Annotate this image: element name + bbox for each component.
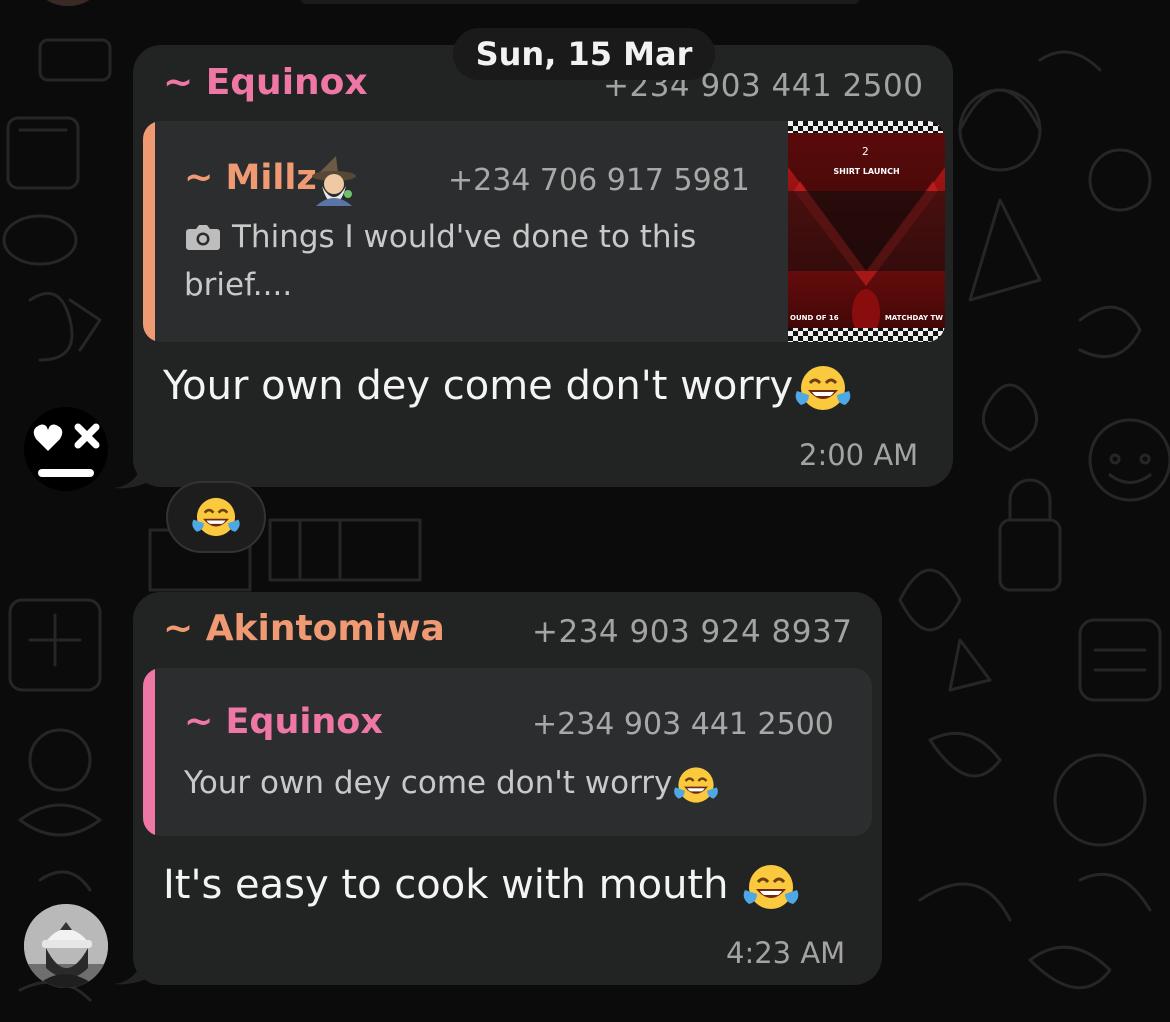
laughing-tears-emoji bbox=[192, 497, 240, 537]
previous-message-bubble[interactable] bbox=[300, 0, 860, 4]
sender-avatar-equinox[interactable] bbox=[24, 407, 108, 491]
message-reaction[interactable] bbox=[166, 481, 266, 553]
thumbnail-number: 2 bbox=[862, 145, 869, 158]
mage-emoji bbox=[312, 156, 356, 206]
quoted-text: Your own dey come don't worry bbox=[184, 760, 720, 807]
laughing-tears-emoji bbox=[795, 366, 851, 410]
quoted-sender-phone: +234 706 917 5981 bbox=[448, 163, 750, 198]
face-icon bbox=[33, 423, 100, 477]
sender-name[interactable]: ~ Akintomiwa bbox=[163, 608, 445, 649]
quote-accent-bar bbox=[143, 121, 155, 342]
thumbnail-footer-right: MATCHDAY TW bbox=[884, 314, 943, 322]
laughing-tears-emoji bbox=[743, 865, 799, 909]
thumbnail-footer-left: OUND OF 16 bbox=[790, 314, 839, 322]
quoted-text-line2: brief.... bbox=[184, 267, 293, 303]
camera-icon bbox=[186, 225, 220, 250]
sender-name[interactable]: ~ Equinox bbox=[163, 62, 368, 103]
thumbnail-title: SHIRT LAUNCH bbox=[833, 167, 900, 176]
message-text[interactable]: It's easy to cook with mouth bbox=[163, 862, 801, 912]
message-time: 2:00 AM bbox=[799, 438, 919, 472]
message-time: 4:23 AM bbox=[726, 936, 846, 970]
message-body: Your own dey come don't worry bbox=[163, 363, 794, 409]
reply-quote[interactable] bbox=[143, 668, 872, 836]
message-body: It's easy to cook with mouth bbox=[163, 862, 742, 908]
quoted-sender-name: ~ Equinox bbox=[184, 702, 383, 742]
date-separator: Sun, 15 Mar bbox=[453, 28, 715, 80]
quoted-media-thumbnail[interactable]: 2 SHIRT LAUNCH OUND OF 16 MATCHDAY TW bbox=[788, 121, 945, 342]
laughing-tears-emoji bbox=[674, 766, 719, 803]
quoted-sender-name: ~ Millz bbox=[184, 158, 317, 198]
quoted-text-line1: Things I would've done to this bbox=[232, 219, 697, 255]
quoted-text-body: Your own dey come don't worry bbox=[184, 765, 673, 801]
quote-accent-bar bbox=[143, 668, 155, 836]
profile-photo bbox=[24, 904, 108, 988]
sender-phone[interactable]: +234 903 924 8937 bbox=[532, 614, 852, 650]
quoted-sender-phone: +234 903 441 2500 bbox=[532, 707, 834, 742]
message-text[interactable]: Your own dey come don't worry bbox=[163, 363, 853, 413]
sender-avatar-akintomiwa[interactable] bbox=[24, 904, 108, 988]
